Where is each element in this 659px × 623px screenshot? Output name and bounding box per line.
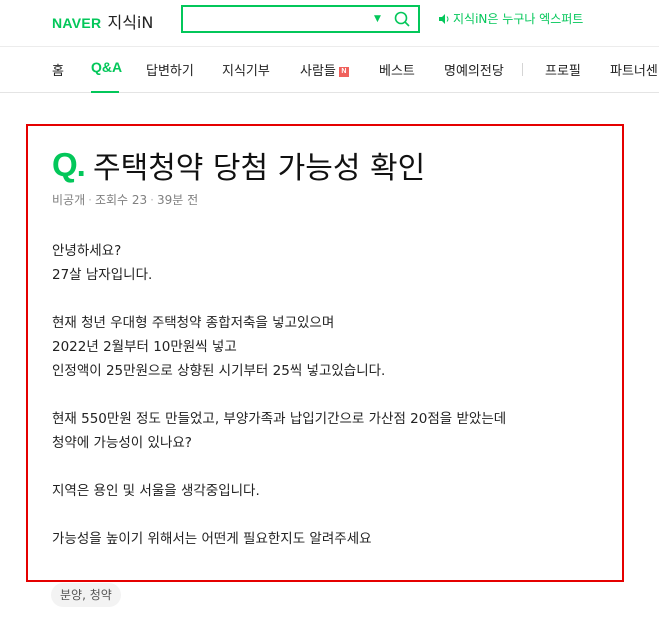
visibility-label: 비공개	[52, 193, 86, 207]
body-line: 안녕하세요?	[52, 243, 122, 259]
body-blank-line	[52, 383, 506, 407]
body-line: 2022년 2월부터 10만원씩 넣고	[52, 339, 237, 355]
view-count: 조회수 23	[94, 193, 148, 207]
top-header: NAVER 지식iN ▼ 지식iN은 누구나 엑스퍼트	[0, 0, 659, 40]
tab-hall-of-fame[interactable]: 명예의전당	[444, 60, 504, 79]
naver-logo-text[interactable]: NAVER	[52, 15, 101, 31]
tab-best[interactable]: 베스트	[379, 60, 415, 79]
body-line: 인정액이 25만원으로 상향된 시기부터 25씩 넣고있습니다.	[52, 363, 386, 379]
search-box[interactable]: ▼	[181, 5, 420, 33]
question-body: 안녕하세요? 27살 남자입니다. 현재 청년 우대형 주택청약 종합저축을 넣고있…	[52, 239, 506, 551]
body-line: 27살 남자입니다.	[52, 267, 153, 283]
body-line: 현재 550만원 정도 만들었고, 부양가족과 납입기간으로 가산점 20점을 …	[52, 411, 507, 427]
speaker-icon	[439, 13, 449, 24]
expert-notice-text[interactable]: 지식iN은 누구나 엑스퍼트	[453, 10, 583, 27]
question-meta: 비공개 · 조회수 23 · 39분 전	[52, 191, 198, 208]
question-mark-label: Q.	[52, 146, 86, 183]
tab-answer[interactable]: 답변하기	[146, 60, 194, 79]
nav-divider	[522, 63, 523, 76]
body-blank-line	[52, 455, 506, 479]
tab-qna[interactable]: Q&A	[91, 59, 122, 75]
body-blank-line	[52, 503, 506, 527]
jisikin-logo-text[interactable]: 지식iN	[107, 9, 153, 33]
naver-jisikin-logo[interactable]: NAVER 지식iN	[52, 9, 153, 33]
body-line: 지역은 용인 및 서울을 생각중입니다.	[52, 483, 260, 499]
question-tag[interactable]: 분양, 청약	[51, 583, 121, 607]
body-blank-line	[52, 287, 506, 311]
question-title: 주택청약 당첨 가능성 확인	[93, 151, 426, 186]
tab-people-label: 사람들	[300, 64, 336, 79]
new-badge: N	[338, 67, 349, 77]
tab-partner-center[interactable]: 파트너센	[610, 60, 658, 79]
body-line: 현재 청년 우대형 주택청약 종합저축을 넣고있으며	[52, 315, 335, 331]
body-line: 가능성을 높이기 위해서는 어떤게 필요한지도 알려주세요	[52, 531, 372, 547]
active-tab-underline	[91, 91, 119, 93]
tab-donation[interactable]: 지식기부	[222, 60, 270, 79]
meta-separator: ·	[150, 193, 154, 207]
tab-profile[interactable]: 프로필	[545, 60, 581, 79]
search-icon[interactable]	[393, 10, 411, 28]
search-input[interactable]	[187, 9, 367, 29]
expert-notice-link[interactable]: 지식iN은 누구나 엑스퍼트	[438, 10, 583, 27]
meta-separator: ·	[88, 193, 92, 207]
main-nav: 홈 Q&A 답변하기 지식기부 사람들 N 베스트 명예의전당 프로필 파트너센	[0, 46, 659, 93]
tab-home[interactable]: 홈	[52, 60, 64, 79]
search-dropdown-icon[interactable]: ▼	[374, 14, 381, 24]
posted-time: 39분 전	[157, 193, 199, 207]
tab-people[interactable]: 사람들 N	[300, 60, 349, 79]
body-line: 청약에 가능성이 있나요?	[52, 435, 192, 451]
